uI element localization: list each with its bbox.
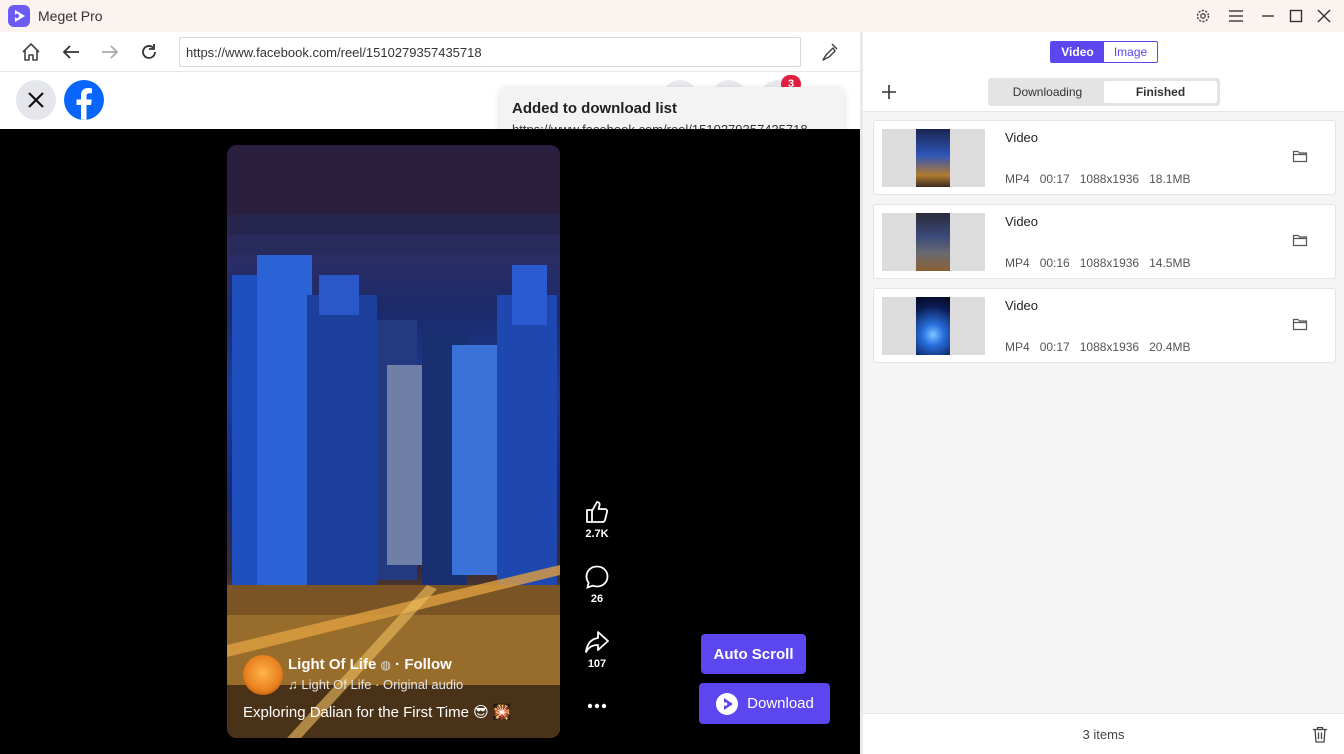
app-title: Meget Pro bbox=[38, 8, 103, 24]
media-type-toggle: Video Image bbox=[1050, 41, 1158, 63]
audio-label: Light Of Life · Original audio bbox=[301, 677, 464, 692]
app-logo-icon bbox=[8, 5, 30, 27]
tab-downloading[interactable]: Downloading bbox=[991, 81, 1104, 103]
open-folder-icon[interactable] bbox=[1292, 233, 1308, 247]
open-folder-icon[interactable] bbox=[1292, 317, 1308, 331]
media-type-bar: Video Image bbox=[863, 32, 1344, 72]
status-tabs-bar: Downloading Finished bbox=[863, 72, 1344, 112]
author-name-text: Light Of Life bbox=[288, 656, 377, 673]
audio-line[interactable]: ♫ Light Of Life · Original audio bbox=[288, 677, 463, 692]
author-avatar[interactable] bbox=[243, 655, 283, 695]
like-button[interactable]: 2.7K bbox=[577, 499, 617, 540]
open-folder-icon[interactable] bbox=[1292, 149, 1308, 163]
download-button[interactable]: Download bbox=[699, 683, 830, 724]
music-note-icon: ♫ bbox=[288, 677, 298, 692]
auto-scroll-button[interactable]: Auto Scroll bbox=[701, 634, 806, 674]
tab-image[interactable]: Image bbox=[1104, 42, 1157, 62]
share-count: 107 bbox=[587, 658, 607, 670]
tab-finished[interactable]: Finished bbox=[1104, 81, 1217, 103]
video-thumbnail bbox=[916, 297, 950, 355]
status-toggle: Downloading Finished bbox=[988, 78, 1220, 106]
item-format: MP4 bbox=[1005, 340, 1030, 354]
list-item[interactable]: Video MP4 00:16 1088x1936 14.5MB bbox=[873, 204, 1336, 279]
back-arrow-icon[interactable] bbox=[60, 41, 82, 63]
clear-broom-icon[interactable] bbox=[819, 41, 841, 63]
item-size: 14.5MB bbox=[1149, 256, 1191, 270]
list-item[interactable]: Video MP4 00:17 1088x1936 18.1MB bbox=[873, 120, 1336, 195]
url-input[interactable]: https://www.facebook.com/reel/1510279357… bbox=[179, 37, 801, 67]
author-name[interactable]: Light Of Life ◍ · Follow bbox=[288, 656, 452, 673]
item-duration: 00:16 bbox=[1039, 256, 1070, 270]
facebook-logo-icon[interactable] bbox=[63, 79, 105, 121]
public-globe-icon: ◍ bbox=[380, 658, 391, 672]
trash-icon[interactable] bbox=[1312, 726, 1328, 743]
item-size: 18.1MB bbox=[1149, 172, 1191, 186]
item-resolution: 1088x1936 bbox=[1079, 172, 1140, 186]
title-bar: Meget Pro bbox=[0, 0, 1344, 32]
close-reel-button[interactable] bbox=[16, 80, 56, 120]
browser-toolbar: https://www.facebook.com/reel/1510279357… bbox=[0, 32, 860, 72]
item-title: Video bbox=[1005, 130, 1039, 145]
comment-button[interactable]: 26 bbox=[577, 564, 617, 605]
comment-bubble-icon bbox=[585, 565, 609, 589]
reel-viewer: Light Of Life ◍ · Follow ♫ Light Of Life… bbox=[0, 129, 860, 754]
comment-count: 26 bbox=[590, 593, 604, 605]
item-meta: MP4 00:16 1088x1936 14.5MB bbox=[1005, 256, 1200, 270]
share-arrow-icon bbox=[585, 631, 609, 653]
download-button-label: Download bbox=[747, 695, 814, 712]
tab-video[interactable]: Video bbox=[1051, 42, 1104, 62]
add-plus-icon[interactable] bbox=[879, 82, 899, 102]
maximize-icon[interactable] bbox=[1286, 6, 1306, 26]
toast-title: Added to download list bbox=[512, 100, 677, 117]
list-item[interactable]: Video MP4 00:17 1088x1936 20.4MB bbox=[873, 288, 1336, 363]
item-duration: 00:17 bbox=[1039, 340, 1070, 354]
item-title: Video bbox=[1005, 298, 1039, 313]
item-size: 20.4MB bbox=[1149, 340, 1191, 354]
reel-caption: Exploring Dalian for the First Time 😎 🎇 bbox=[243, 704, 512, 721]
meget-logo-icon bbox=[716, 692, 739, 715]
video-thumbnail bbox=[916, 129, 950, 187]
minimize-icon[interactable] bbox=[1258, 6, 1278, 26]
item-count: 3 items bbox=[1082, 727, 1125, 742]
share-button[interactable]: 107 bbox=[577, 629, 617, 670]
item-meta: MP4 00:17 1088x1936 20.4MB bbox=[1005, 340, 1200, 354]
more-options-icon[interactable] bbox=[577, 699, 617, 716]
home-icon[interactable] bbox=[20, 41, 42, 63]
item-resolution: 1088x1936 bbox=[1079, 340, 1140, 354]
reel-video[interactable]: Light Of Life ◍ · Follow ♫ Light Of Life… bbox=[227, 145, 560, 738]
reload-icon[interactable] bbox=[138, 41, 160, 63]
city-skyline-image bbox=[227, 145, 560, 738]
item-title: Video bbox=[1005, 214, 1039, 229]
panel-footer: 3 items bbox=[863, 713, 1344, 754]
item-resolution: 1088x1936 bbox=[1079, 256, 1140, 270]
menu-hamburger-icon[interactable] bbox=[1226, 6, 1246, 26]
follow-link[interactable]: · Follow bbox=[395, 656, 452, 673]
settings-gear-icon[interactable] bbox=[1193, 6, 1213, 26]
like-count: 2.7K bbox=[585, 528, 609, 540]
item-format: MP4 bbox=[1005, 256, 1030, 270]
close-window-icon[interactable] bbox=[1314, 6, 1334, 26]
item-format: MP4 bbox=[1005, 172, 1030, 186]
forward-arrow-icon[interactable] bbox=[99, 41, 121, 63]
thumbs-up-icon bbox=[586, 501, 609, 523]
video-thumbnail bbox=[916, 213, 950, 271]
item-duration: 00:17 bbox=[1039, 172, 1070, 186]
item-meta: MP4 00:17 1088x1936 18.1MB bbox=[1005, 172, 1200, 186]
download-panel: Video Image Downloading Finished Video M… bbox=[863, 32, 1344, 754]
